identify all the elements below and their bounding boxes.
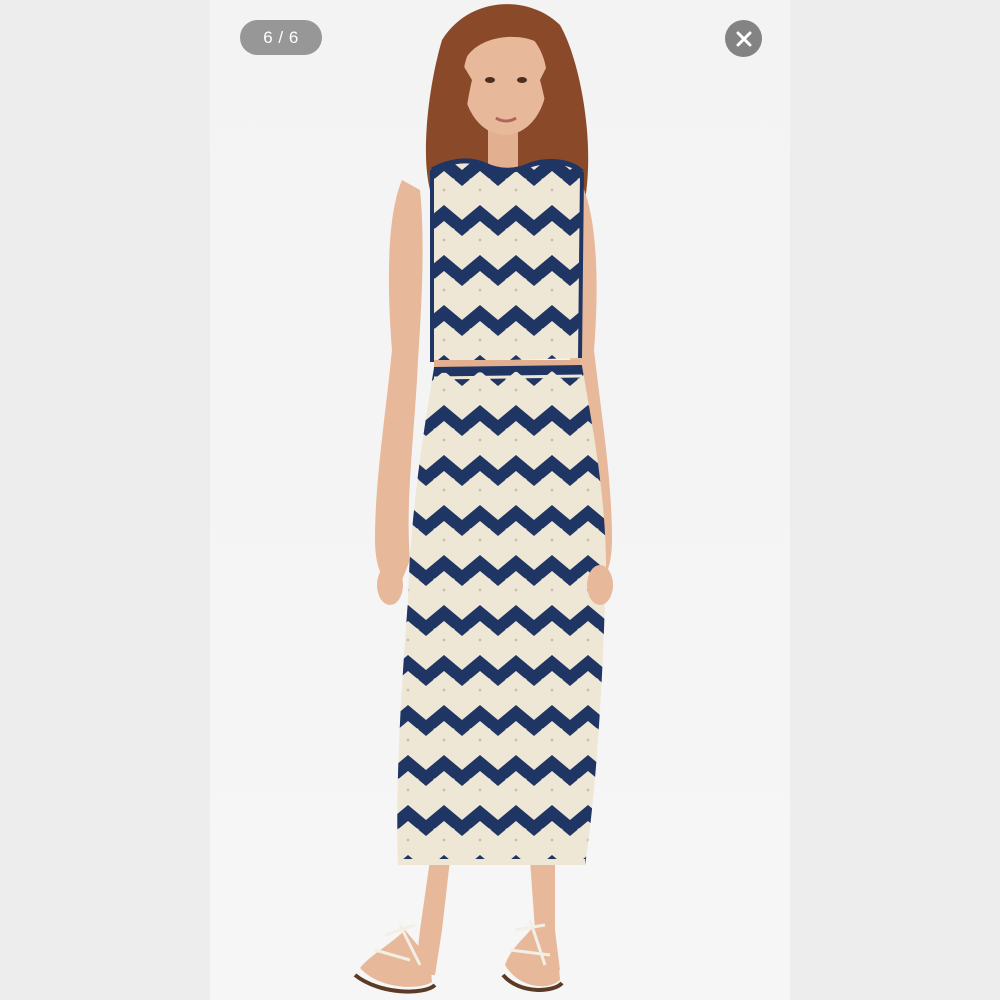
right-backdrop-panel <box>790 0 1000 1000</box>
model-illustration <box>353 4 613 994</box>
close-icon <box>736 31 751 46</box>
image-counter-badge: 6 / 6 <box>240 20 322 55</box>
crop-top <box>432 160 582 362</box>
maxi-skirt <box>397 366 606 865</box>
close-button[interactable] <box>725 20 762 57</box>
product-photo <box>210 0 790 1000</box>
left-backdrop-panel <box>0 0 210 1000</box>
